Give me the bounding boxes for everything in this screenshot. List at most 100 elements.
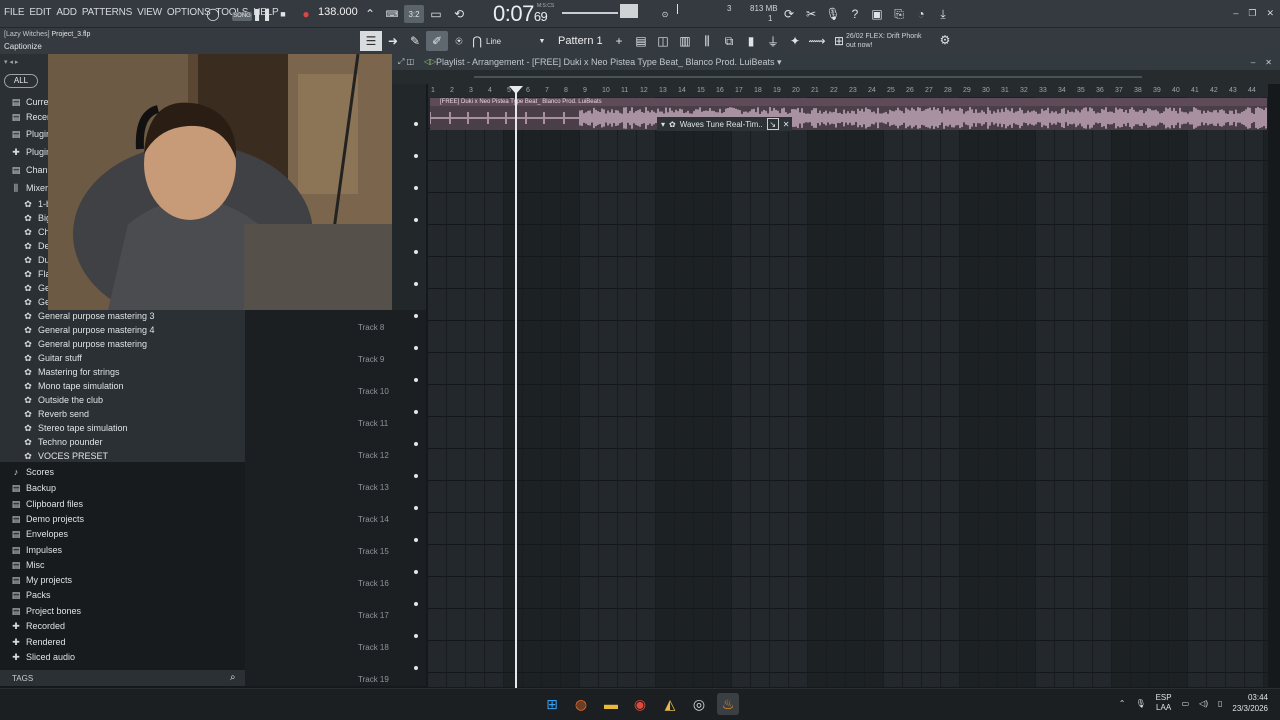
- bar-number[interactable]: 17: [735, 87, 743, 94]
- bar-number[interactable]: 30: [982, 87, 990, 94]
- bar-number[interactable]: 8: [564, 87, 568, 94]
- track-mute-dot[interactable]: [414, 666, 418, 670]
- track-label[interactable]: Track 18: [358, 643, 389, 652]
- track-mute-dot[interactable]: [414, 186, 418, 190]
- folder-rendered[interactable]: ✚ Rendered: [10, 635, 65, 649]
- bar-number[interactable]: 20: [792, 87, 800, 94]
- countdown-icon[interactable]: 3:2: [404, 5, 424, 23]
- bar-number[interactable]: 10: [602, 87, 610, 94]
- track-label[interactable]: Track 17: [358, 611, 389, 620]
- pause-icon[interactable]: ❚❚: [252, 5, 272, 23]
- chat-icon[interactable]: ◔: [913, 5, 929, 23]
- wait-input-icon[interactable]: ⌨: [383, 5, 401, 23]
- playhead[interactable]: [515, 88, 517, 688]
- bar-number[interactable]: 11: [621, 87, 628, 94]
- gear-icon[interactable]: ✿: [669, 120, 676, 129]
- master-volume-slider[interactable]: [562, 12, 618, 14]
- bar-number[interactable]: 43: [1229, 87, 1237, 94]
- chevron-up-icon[interactable]: ⌃: [1119, 699, 1126, 708]
- folder-packs[interactable]: ▤ Packs: [10, 588, 51, 602]
- dropdown-icon[interactable]: ▾: [661, 120, 665, 129]
- plugin-picker-icon[interactable]: ⧉: [718, 31, 740, 51]
- folder-envelopes[interactable]: ▤ Envelopes: [10, 527, 68, 541]
- bar-number[interactable]: 7: [545, 87, 549, 94]
- browser-item-recent[interactable]: ▤ Recen: [10, 110, 52, 124]
- delete-tool-icon[interactable]: ⍟: [448, 31, 470, 51]
- bar-number[interactable]: 21: [811, 87, 819, 94]
- preset-item[interactable]: ✿ General purpose mastering 4: [22, 323, 154, 337]
- bar-number[interactable]: 31: [1001, 87, 1009, 94]
- track-mute-dot[interactable]: [414, 154, 418, 158]
- preset-item[interactable]: ✿ Big: [22, 211, 51, 225]
- news-settings-icon[interactable]: ⚙: [936, 31, 954, 49]
- search-icon[interactable]: ⌕: [230, 672, 236, 683]
- bar-number[interactable]: 14: [678, 87, 686, 94]
- bar-number[interactable]: 29: [963, 87, 971, 94]
- menu-edit[interactable]: EDIT: [29, 7, 51, 18]
- bar-number[interactable]: 39: [1153, 87, 1161, 94]
- playlist-play-icon[interactable]: ◁▷: [424, 57, 436, 66]
- channel-rack-icon[interactable]: ◫: [652, 31, 674, 51]
- chrome-icon[interactable]: ◉: [629, 693, 651, 715]
- track-mute-dot[interactable]: [414, 250, 418, 254]
- browser-item-current[interactable]: ▤ Curre: [10, 95, 49, 109]
- download-icon[interactable]: ⤓: [935, 5, 951, 23]
- track-label[interactable]: Track 8: [358, 323, 384, 332]
- pat-song-toggle-icon[interactable]: ◯: [203, 5, 223, 23]
- track-mute-dot[interactable]: [414, 442, 418, 446]
- bar-number[interactable]: 6: [526, 87, 530, 94]
- bar-number[interactable]: 38: [1134, 87, 1142, 94]
- close-icon[interactable]: ✕: [783, 120, 790, 129]
- track-mute-dot[interactable]: [414, 474, 418, 478]
- select-icon[interactable]: ↘: [766, 118, 779, 130]
- track-mute-dot[interactable]: [414, 602, 418, 606]
- timeline-ruler[interactable]: [428, 84, 1268, 97]
- microphone-icon[interactable]: 🎙: [825, 5, 841, 23]
- bar-number[interactable]: 2: [450, 87, 454, 94]
- stop-icon[interactable]: ■: [276, 5, 290, 23]
- add-pattern-icon[interactable]: +: [608, 31, 630, 51]
- network-icon[interactable]: ▭: [1182, 699, 1190, 708]
- cut-icon[interactable]: ✂: [803, 5, 819, 23]
- browser-item-channel-presets[interactable]: ▤ Chann: [10, 163, 53, 177]
- draw-tool-icon[interactable]: ✎: [404, 31, 426, 51]
- touch-keyboard-icon[interactable]: ✦: [784, 31, 806, 51]
- preset-item[interactable]: ✿ Stereo tape simulation: [22, 421, 127, 435]
- bar-number[interactable]: 36: [1096, 87, 1104, 94]
- bar-number[interactable]: 22: [830, 87, 838, 94]
- folder-backup[interactable]: ▤ Backup: [10, 481, 56, 495]
- save-icon[interactable]: ▣: [869, 5, 885, 23]
- track-label[interactable]: Track 11: [358, 419, 388, 428]
- bar-number[interactable]: 25: [887, 87, 895, 94]
- track-mute-dot[interactable]: [414, 506, 418, 510]
- track-label[interactable]: Track 15: [358, 547, 389, 556]
- track-mute-dot[interactable]: [414, 410, 418, 414]
- volume-icon[interactable]: ◁): [1199, 699, 1208, 708]
- clock[interactable]: 03:44 23/3/2026: [1232, 692, 1268, 714]
- bar-number[interactable]: 41: [1191, 87, 1199, 94]
- loop-record-icon[interactable]: ⟲: [450, 5, 468, 23]
- bar-number[interactable]: 3: [469, 87, 473, 94]
- track-mute-dot[interactable]: [414, 570, 418, 574]
- folder-impulses[interactable]: ▤ Impulses: [10, 543, 62, 557]
- bar-number[interactable]: 28: [944, 87, 952, 94]
- menu-add[interactable]: ADD: [56, 7, 77, 18]
- browser-filter-all[interactable]: ALL: [4, 74, 38, 88]
- folder-scores[interactable]: ♪ Scores: [10, 465, 54, 479]
- minimize-icon[interactable]: –: [1233, 8, 1238, 19]
- language-indicator[interactable]: ESP LAA: [1156, 693, 1172, 713]
- snap-dropdown-icon[interactable]: ▼: [536, 31, 548, 51]
- track-mute-dot[interactable]: [414, 346, 418, 350]
- browser-item-mixer-presets[interactable]: ⫼ Mixer: [10, 181, 48, 195]
- file-explorer-icon[interactable]: ▬: [600, 693, 622, 715]
- app-icon[interactable]: ◭: [659, 693, 681, 715]
- bar-number[interactable]: 15: [697, 87, 705, 94]
- plugin-popup[interactable]: ▾ ✿ Waves Tune Real-Tim.. ↘ ✕: [657, 117, 792, 131]
- bar-number[interactable]: 35: [1077, 87, 1085, 94]
- menu-file[interactable]: FILE: [4, 7, 25, 18]
- preset-item[interactable]: ✿ Techno pounder: [22, 435, 102, 449]
- preset-item[interactable]: ✿ Outside the club: [22, 393, 103, 407]
- bar-number[interactable]: 37: [1115, 87, 1123, 94]
- obs-icon[interactable]: ◎: [688, 693, 710, 715]
- folder-sliced-audio[interactable]: ✚ Sliced audio: [10, 650, 75, 664]
